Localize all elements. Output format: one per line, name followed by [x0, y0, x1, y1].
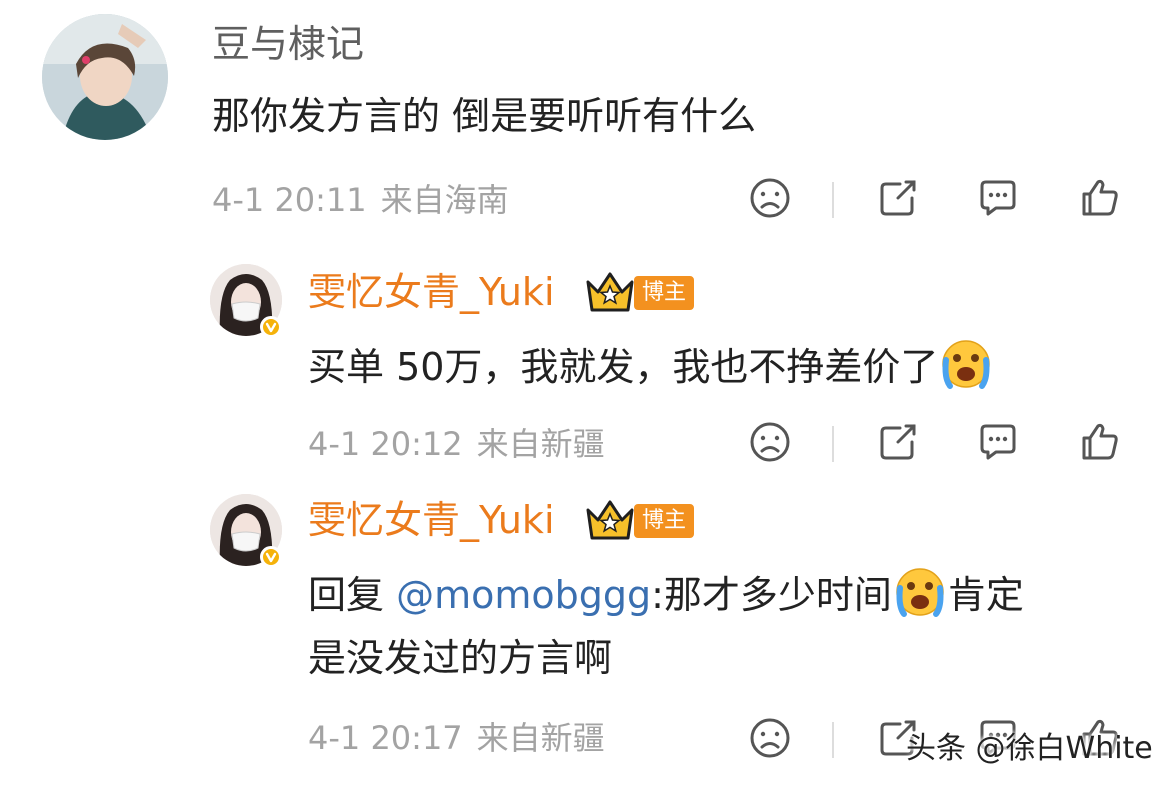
comment-icon[interactable]	[976, 420, 1020, 464]
comment-icon[interactable]	[976, 176, 1020, 220]
comment-location: 来自海南	[380, 181, 509, 219]
action-divider	[832, 426, 834, 462]
reply-text: 买单 50万，我就发，我也不挣差价了	[308, 338, 994, 391]
reply-text-content: 买单 50万，我就发，我也不挣差价了	[308, 345, 939, 389]
reply-text-line-2: 是没发过的方言啊	[308, 636, 613, 680]
crown-icon	[584, 270, 636, 314]
reply-meta: 4-1 20:17 来自新疆	[308, 718, 605, 758]
author-badge: 博主	[634, 276, 695, 310]
reply-time: 4-1 20:17	[308, 719, 463, 757]
avatar[interactable]	[42, 14, 168, 140]
comment-time: 4-1 20:11	[212, 181, 367, 219]
share-icon[interactable]	[876, 420, 920, 464]
reply-location: 来自新疆	[476, 719, 605, 757]
reply-location: 来自新疆	[476, 425, 605, 463]
share-icon[interactable]	[876, 176, 920, 220]
sad-face-icon[interactable]	[748, 716, 792, 760]
action-divider	[832, 722, 834, 758]
reply-prefix: 回复	[308, 573, 397, 617]
sad-face-icon[interactable]	[748, 420, 792, 464]
reply-text-tail: 肯定	[947, 573, 1024, 617]
watermark: 头条 @徐白White	[906, 731, 1153, 766]
comment-meta: 4-1 20:11 来自海南	[212, 180, 509, 220]
verified-badge-icon	[260, 546, 282, 568]
thumbs-up-icon[interactable]	[1078, 176, 1122, 220]
reply-username[interactable]: 雯忆女青_Yuki	[308, 268, 555, 316]
thumbs-up-icon[interactable]	[1078, 420, 1122, 464]
mention-link[interactable]: @momobggg	[396, 573, 651, 617]
action-divider	[832, 182, 834, 218]
verified-badge-icon	[260, 316, 282, 338]
author-badge: 博主	[634, 504, 695, 538]
reply-username[interactable]: 雯忆女青_Yuki	[308, 496, 555, 544]
sad-face-icon[interactable]	[748, 176, 792, 220]
reply-text-content: :那才多少时间	[651, 573, 892, 617]
reply-time: 4-1 20:12	[308, 425, 463, 463]
crying-emoji-icon	[940, 338, 992, 390]
reply-text-line-1: 回复 @momobggg:那才多少时间 肯定	[308, 566, 1024, 619]
reply-meta: 4-1 20:12 来自新疆	[308, 424, 605, 464]
crying-emoji-icon	[894, 566, 946, 618]
comment-text: 那你发方言的 倒是要听听有什么	[212, 94, 757, 138]
crown-icon	[584, 498, 636, 542]
comment-username[interactable]: 豆与棣记	[212, 20, 364, 68]
